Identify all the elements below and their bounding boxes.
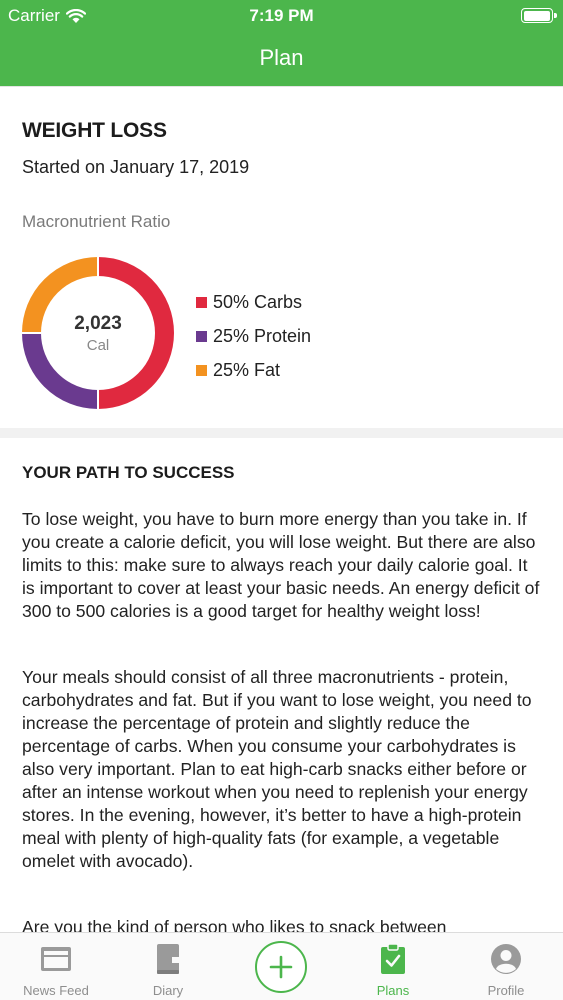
page-title: Plan [259, 45, 304, 70]
plus-icon [269, 955, 293, 979]
add-button[interactable] [255, 941, 307, 993]
calorie-unit: Cal [86, 336, 110, 354]
profile-icon [491, 944, 521, 974]
donut-center: 2,023 Cal [22, 257, 174, 409]
tab-label: News Feed [23, 983, 89, 998]
macro-ratio-label: Macronutrient Ratio [22, 212, 171, 231]
carbs-swatch [196, 296, 207, 308]
tab-news-feed[interactable]: News Feed [0, 933, 112, 1000]
tab-profile[interactable]: Profile [450, 933, 562, 1000]
paragraph: To lose weight, you have to burn more en… [22, 509, 540, 621]
status-time: 7:19 PM [249, 6, 314, 25]
section-divider [0, 428, 563, 438]
plan-card: WEIGHT LOSS Started on January 17, 2019 … [0, 86, 563, 428]
macro-legend: 50% Carbs 25% Protein 25% Fat [196, 285, 311, 387]
status-bar: Carrier 7:19 PM [0, 0, 563, 30]
section-title: YOUR PATH TO SUCCESS [22, 463, 235, 482]
fat-swatch [196, 364, 207, 376]
legend-item-carbs: 50% Carbs [196, 285, 311, 319]
clipboard-check-icon [381, 943, 405, 974]
legend-item-protein: 25% Protein [196, 319, 311, 353]
carbs-label: 50% Carbs [213, 291, 303, 312]
tab-label: Plans [376, 983, 410, 998]
paragraph: Your meals should consist of all three m… [22, 667, 532, 871]
tab-label: Diary [152, 983, 184, 998]
calorie-value: 2,023 [74, 312, 122, 334]
battery-icon [521, 8, 557, 23]
protein-label: 25% Protein [213, 325, 312, 346]
legend-item-fat: 25% Fat [196, 353, 311, 387]
plan-title: WEIGHT LOSS [22, 119, 167, 142]
plan-description[interactable]: YOUR PATH TO SUCCESS To lose weight, you… [0, 438, 563, 932]
tab-bar: News Feed Diary Plans Profile [0, 932, 563, 1000]
protein-swatch [196, 330, 207, 342]
paragraph: Are you the kind of person who likes to … [22, 917, 447, 932]
plan-start-date: Started on January 17, 2019 [22, 157, 250, 177]
tab-label: Profile [487, 983, 525, 998]
fat-label: 25% Fat [213, 359, 281, 380]
nav-bar: Plan [0, 30, 563, 86]
news-feed-icon [41, 947, 71, 971]
battery-fill [523, 10, 550, 21]
tab-plans[interactable]: Plans [337, 933, 449, 1000]
tab-diary[interactable]: Diary [112, 933, 224, 1000]
diary-icon [157, 944, 179, 974]
